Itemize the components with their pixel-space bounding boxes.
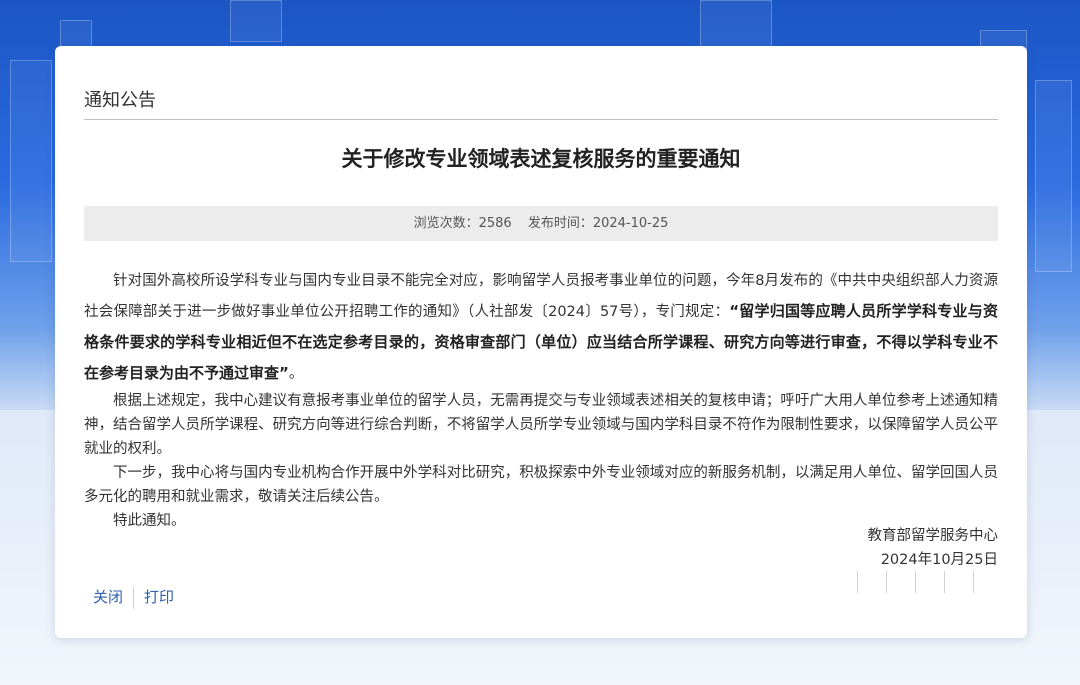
- action-separator: [133, 586, 135, 609]
- views-info: 浏览次数：2586: [414, 216, 512, 231]
- action-links: 关闭 打印: [93, 586, 174, 609]
- publish-date-info: 发布时间：2024-10-25: [528, 216, 669, 231]
- header-divider: [84, 119, 998, 120]
- signature-date: 2024年10月25日: [880, 552, 998, 568]
- body-paragraph-4: 特此通知。: [113, 513, 186, 529]
- notice-title: 关于修改专业领域表述复核服务的重要通知: [341, 147, 741, 171]
- close-link[interactable]: 关闭: [93, 588, 123, 606]
- body-paragraph-2: 根据上述规定，我中心建议有意报考事业单位的留学人员，无需再提交与专业领域表述相关…: [84, 393, 998, 457]
- body-paragraph-1: 针对国外高校所设学科专业与国内专业目录不能完全对应，影响留学人员报考事业单位的问…: [84, 266, 998, 389]
- p1-end: 。: [288, 366, 304, 382]
- views-label: 浏览次数：: [413, 216, 479, 231]
- signature-org: 教育部留学服务中心: [867, 528, 999, 544]
- body-paragraph-3: 下一步，我中心将与国内专业机构合作开展中外学科对比研究，积极探索中外专业领域对应…: [84, 465, 998, 505]
- print-link[interactable]: 打印: [144, 588, 174, 606]
- notice-card: 通知公告 关于修改专业领域表述复核服务的重要通知 浏览次数：2586 发布时间：…: [55, 46, 1027, 638]
- publish-date-label: 发布时间：: [527, 216, 593, 231]
- publish-date: 2024-10-25: [592, 216, 669, 231]
- notice-meta-bar: 浏览次数：2586 发布时间：2024-10-25: [84, 206, 998, 241]
- notice-body: 针对国外高校所设学科专业与国内专业目录不能完全对应，影响留学人员报考事业单位的问…: [84, 266, 998, 533]
- section-breadcrumb[interactable]: 通知公告: [84, 86, 156, 112]
- signature-block: 教育部留学服务中心 2024年10月25日: [868, 524, 999, 572]
- views-count: 2586: [478, 216, 512, 231]
